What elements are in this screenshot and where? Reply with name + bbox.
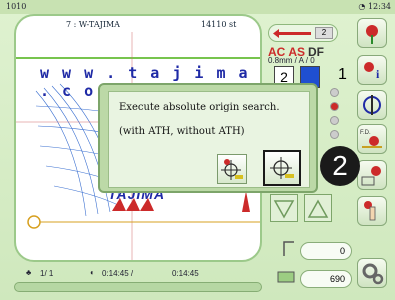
count-field[interactable]: 690 xyxy=(300,270,352,288)
crosshair-ath-icon xyxy=(221,159,243,180)
info-flower-icon: i xyxy=(364,62,380,81)
elapsed-time: 0:14:45 / xyxy=(102,269,134,278)
speed-icon xyxy=(282,238,296,258)
origin-search-with-ath-button[interactable] xyxy=(217,154,247,184)
crosshair-icon xyxy=(270,157,294,179)
mode-values: 0.8mm / A / 0 xyxy=(268,56,315,65)
flower-icon xyxy=(366,25,378,44)
machine-code: 1010 xyxy=(6,2,27,11)
stitch-icon: ♣ xyxy=(26,268,32,277)
timer-icon: ◐ xyxy=(90,268,95,277)
heart-button-1[interactable] xyxy=(357,18,387,48)
frame-right: 1 xyxy=(338,66,347,83)
up-arrow-button[interactable] xyxy=(304,194,332,222)
circle-arrow-icon xyxy=(363,95,381,115)
clock: ◔ 12:34 xyxy=(358,2,391,11)
step-number-badge: 2 xyxy=(320,146,360,186)
machine-screen: 1010 ◔ 12:34 7 : W-TAJIMA 14110 st w w w… xyxy=(0,0,395,300)
machine-icon xyxy=(276,266,296,286)
hand-pointer-icon xyxy=(364,201,376,221)
needle-arrow-icon xyxy=(273,29,311,38)
origin-search-dialog: Execute absolute origin search. (with AT… xyxy=(98,83,318,193)
progress-info: ♣ 1/ 1 ◐ 0:14:45 / 0:14:45 xyxy=(14,266,262,282)
gears-icon xyxy=(362,263,384,285)
svg-text:F.D.: F.D. xyxy=(360,130,371,136)
frame-flower-icon: F.D. xyxy=(360,130,382,148)
svg-text:i: i xyxy=(376,67,380,81)
dialog-body: Execute absolute origin search. (with AT… xyxy=(108,91,310,188)
speed-field[interactable]: 0 xyxy=(300,242,352,260)
down-arrow-button[interactable] xyxy=(270,194,298,222)
clock-time: 12:34 xyxy=(367,2,391,11)
origin-search-without-ath-button[interactable] xyxy=(263,150,301,186)
dialog-sub-message: (with ATH, without ATH) xyxy=(119,126,245,137)
touch-button[interactable] xyxy=(357,196,387,226)
settings-button[interactable] xyxy=(357,258,387,288)
needle-number: 2 xyxy=(315,27,333,39)
frame-button[interactable]: F.D. xyxy=(357,124,387,154)
origin-marker xyxy=(27,215,41,229)
progress-bar xyxy=(14,282,262,292)
dialog-message: Execute absolute origin search. xyxy=(119,102,280,113)
info-flower-button[interactable]: i xyxy=(357,55,387,85)
down-triangle-icon xyxy=(273,200,295,219)
total-time: 0:14:45 xyxy=(172,269,199,278)
top-status-bar: 1010 ◔ 12:34 xyxy=(0,0,395,14)
design-button[interactable] xyxy=(357,90,387,120)
thread-button[interactable] xyxy=(357,160,387,190)
repeat-counter: 1/ 1 xyxy=(40,269,54,278)
needle-indicator: 2 xyxy=(268,24,338,42)
thread-flower-icon xyxy=(361,166,381,186)
up-triangle-icon xyxy=(307,199,329,218)
